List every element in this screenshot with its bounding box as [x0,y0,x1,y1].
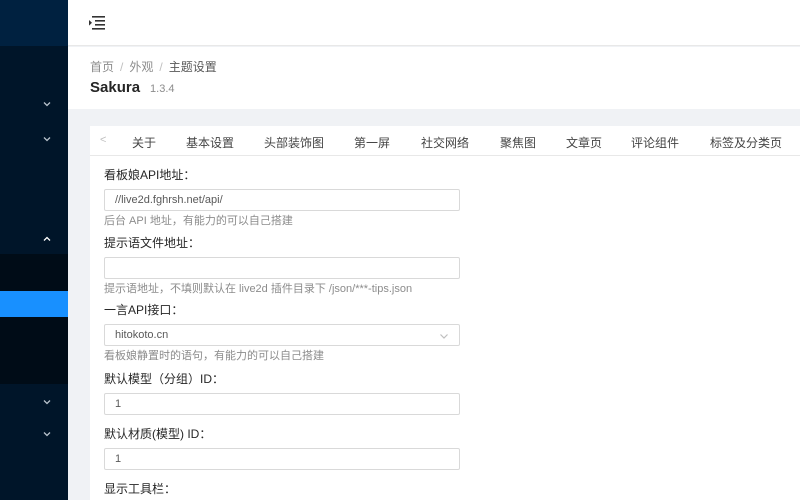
sidebar-menu-item-4[interactable] [0,420,68,450]
sidebar [0,0,68,500]
sidebar-menu-item-appearance[interactable] [0,225,68,255]
top-header [68,0,800,46]
chevron-down-icon [42,429,52,439]
tips-file-input[interactable] [104,257,460,279]
tab-about[interactable]: 关于 [132,134,156,151]
field-default-model-id: 默认模型（分组）ID： [104,370,484,415]
tab-tags-categories[interactable]: 标签及分类页 [710,134,782,151]
field-help: 看板娘静置时的语句，有能力的可以自己搭建 [104,350,324,362]
tab-comment-component[interactable]: 评论组件 [631,134,679,151]
tab-basic-settings[interactable]: 基本设置 [186,134,234,151]
chevron-down-icon [42,99,52,109]
breadcrumb-home[interactable]: 首页 [90,60,114,74]
field-hitokoto-api: 一言API接口： hitokoto.cn 看板娘静置时的语句，有能力的可以自己搭… [104,301,484,364]
default-model-id-input[interactable] [104,393,460,415]
sidebar-menu-item-3[interactable] [0,388,68,418]
field-label: 提示语文件地址： [104,236,201,250]
field-label: 默认材质(模型) ID： [104,427,212,441]
breadcrumb: 首页 / 外观 / 主题设置 [90,58,217,75]
breadcrumb-separator: / [120,60,124,74]
field-help: 提示语地址，不填则默认在 live2d 插件目录下 /json/***-tips… [104,283,413,295]
select-value: hitokoto.cn [115,329,169,341]
field-default-texture-id: 默认材质(模型) ID： [104,425,484,470]
tabs-prev-icon[interactable]: < [100,134,106,146]
default-texture-id-input[interactable] [104,448,460,470]
tab-header-decoration[interactable]: 头部装饰图 [264,134,324,151]
menu-fold-icon[interactable] [88,15,106,31]
breadcrumb-appearance[interactable]: 外观 [129,60,153,74]
field-label: 默认模型（分组）ID： [104,372,225,386]
chevron-down-icon [439,331,449,341]
hitokoto-api-select[interactable]: hitokoto.cn [104,324,460,346]
field-tips-file: 提示语文件地址： 提示语地址，不填则默认在 live2d 插件目录下 /json… [104,234,484,297]
settings-card: < 关于 基本设置 头部装饰图 第一屏 社交网络 聚焦图 文章页 评论组件 标签… [90,126,800,500]
tab-social-network[interactable]: 社交网络 [421,134,469,151]
tab-first-screen[interactable]: 第一屏 [354,134,390,151]
title-row: Sakura 1.3.4 [90,79,175,97]
field-api-address: 看板娘API地址： 后台 API 地址，有能力的可以自己搭建 [104,166,484,229]
chevron-down-icon [42,134,52,144]
sidebar-submenu [0,254,68,384]
tab-post-page[interactable]: 文章页 [566,134,602,151]
field-help: 后台 API 地址，有能力的可以自己搭建 [104,215,293,227]
sidebar-menu-item-1[interactable] [0,90,68,120]
tabs-bar: < 关于 基本设置 头部装饰图 第一屏 社交网络 聚焦图 文章页 评论组件 标签… [90,126,800,156]
breadcrumb-separator: / [159,60,163,74]
page-header: 首页 / 外观 / 主题设置 Sakura 1.3.4 [68,47,800,109]
sidebar-menu-item-2[interactable] [0,125,68,155]
field-show-toolbar: 显示工具栏： [104,480,484,498]
sidebar-logo-area [0,0,68,46]
field-label: 看板娘API地址： [104,168,196,182]
chevron-down-icon [42,397,52,407]
sidebar-submenu-item-active[interactable] [0,291,68,317]
field-label: 显示工具栏： [104,482,177,496]
api-address-input[interactable] [104,189,460,211]
chevron-up-icon [42,234,52,244]
theme-version: 1.3.4 [150,83,175,95]
tab-focus-image[interactable]: 聚焦图 [500,134,536,151]
breadcrumb-current: 主题设置 [168,60,217,74]
field-label: 一言API接口： [104,303,184,317]
page-title: Sakura [90,79,141,96]
